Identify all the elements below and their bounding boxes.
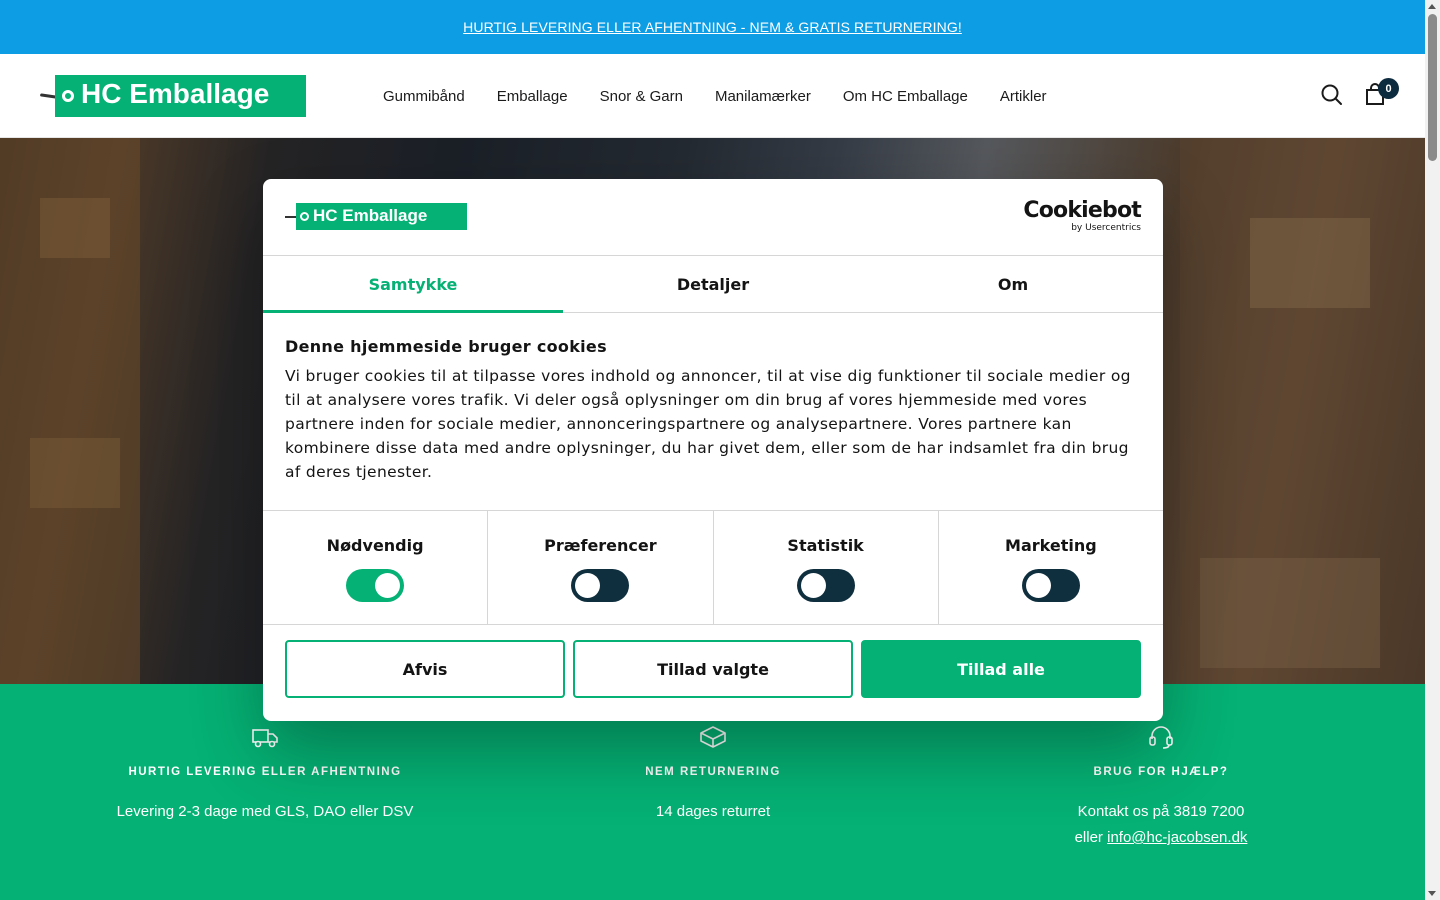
category-statistics: Statistik [714,511,939,624]
dialog-heading: Denne hjemmeside bruger cookies [285,337,607,356]
feature-title: NEM RETURNERING [645,766,781,778]
tab-detaljer[interactable]: Detaljer [563,256,863,312]
statistics-toggle[interactable] [796,569,855,602]
feature-or-text: eller [1074,829,1103,846]
allow-all-button[interactable]: Tillad alle [861,640,1141,698]
feature-text: 14 dages returret [655,803,771,820]
feature-title: HURTIG LEVERING ELLER AFHENTNING [128,766,402,778]
dialog-description: Vi bruger cookies til at tilpasse vores … [285,367,1131,481]
announcement-link[interactable]: HURTIG LEVERING ELLER AFHENTNING - NEM &… [463,19,962,35]
necessary-toggle[interactable] [346,569,405,602]
dialog-tabs: Samtykke Detaljer Om [263,256,1163,313]
scrollbar-thumb[interactable] [1428,14,1437,161]
cookiebot-brand: Cookiebot [1023,198,1141,223]
scroll-down-arrow[interactable] [1428,891,1436,896]
feature-title: BRUG FOR HJÆLP? [1093,766,1229,778]
nav-item-gummibaand[interactable]: Gummibånd [383,88,465,105]
category-label: Statistik [787,536,864,555]
feature-text: Levering 2-3 dage med GLS, DAO eller DSV [116,803,414,820]
allow-selected-button[interactable]: Tillad valgte [573,640,853,698]
category-label: Marketing [1005,536,1097,555]
dialog-buttons: Afvis Tillad valgte Tillad alle [285,640,1141,698]
box-icon [700,726,726,748]
dialog-header: HC Emballage Cookiebot by Usercentrics [263,179,1163,256]
tab-om[interactable]: Om [863,256,1163,312]
category-label: Nødvendig [326,536,424,555]
nav-item-artikler[interactable]: Artikler [1000,88,1047,105]
email-link[interactable]: info@hc-jacobsen.dk [1107,829,1247,846]
truck-icon [252,729,278,748]
search-icon[interactable] [1319,82,1345,108]
logo-text: HC Emballage [81,78,270,109]
category-marketing: Marketing [939,511,1163,624]
dialog-body: Denne hjemmeside bruger cookies Vi bruge… [285,337,1145,484]
site-logo[interactable]: HC Emballage [39,75,306,117]
preferences-toggle[interactable] [571,569,630,602]
deny-button[interactable]: Afvis [285,640,565,698]
nav-item-om[interactable]: Om HC Emballage [843,88,968,105]
cookiebot-logo[interactable]: Cookiebot by Usercentrics [1023,198,1141,234]
main-nav: Gummibånd Emballage Snor & Garn Manilamæ… [383,54,1047,138]
nav-item-snor-garn[interactable]: Snor & Garn [600,88,683,105]
announcement-bar: HURTIG LEVERING ELLER AFHENTNING - NEM &… [0,0,1425,54]
nav-item-emballage[interactable]: Emballage [497,88,568,105]
cookiebot-brand-sub: by Usercentrics [1071,223,1141,233]
cart-count-badge: 0 [1378,78,1399,99]
nav-item-manilamaerker[interactable]: Manilamærker [715,88,811,105]
marketing-toggle[interactable] [1021,569,1080,602]
site-header: HC Emballage Gummibånd Emballage Snor & … [0,54,1425,138]
headset-icon [1149,726,1173,749]
consent-categories: Nødvendig Præferencer Statistik Marketin… [263,510,1163,625]
dialog-logo: HC Emballage [285,203,467,230]
feature-phone-text: Kontakt os på 3819 7200 [1077,803,1245,820]
feature-text: Kontakt os på 3819 7200 eller info@hc-ja… [951,799,1371,851]
page-scrollbar[interactable] [1425,0,1440,900]
category-label: Præferencer [544,536,657,555]
scroll-up-arrow[interactable] [1428,4,1436,9]
category-preferences: Præferencer [488,511,714,624]
tab-samtykke[interactable]: Samtykke [263,256,563,313]
cookie-consent-dialog: HC Emballage Cookiebot by Usercentrics S… [263,179,1163,721]
category-necessary: Nødvendig [263,511,489,624]
dialog-logo-text: HC Emballage [313,206,428,225]
